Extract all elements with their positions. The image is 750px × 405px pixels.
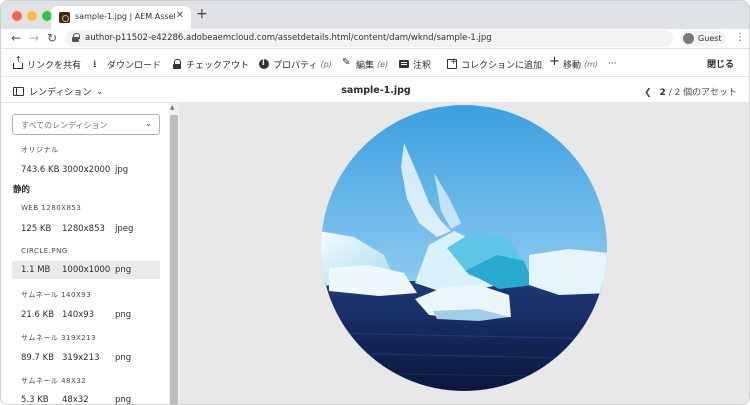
action-bar: リンクを共有 ダウンロード チェックアウト プロパティ (p) 編集 (e) 注… bbox=[1, 49, 749, 77]
comment-icon bbox=[399, 60, 409, 68]
action-shortcut: (p) bbox=[320, 59, 332, 69]
download-icon bbox=[93, 57, 103, 74]
rendition-row[interactable]: 21.6 KB 140x93 png bbox=[12, 306, 160, 324]
rendition-dims: 1280x853 bbox=[62, 224, 105, 234]
rendition-row[interactable]: 89.7 KB 319x213 png bbox=[12, 349, 160, 367]
pager-total: / 2 個のアセット bbox=[668, 88, 737, 98]
url-text: author-p11502-e42286.adobeaemcloud.com/a… bbox=[85, 33, 492, 43]
action-label: チェックアウト bbox=[186, 60, 250, 71]
chevron-down-icon: ⌄ bbox=[145, 119, 152, 128]
close-window-icon[interactable] bbox=[12, 11, 22, 21]
rendition-type: jpeg bbox=[115, 224, 134, 234]
rendition-type: png bbox=[115, 310, 132, 320]
rendition-size: 1.1 MB bbox=[21, 265, 51, 275]
reload-icon[interactable]: ↻ bbox=[47, 31, 57, 45]
share-icon bbox=[13, 55, 23, 69]
lock-icon bbox=[172, 59, 182, 69]
asset-pager: ❮ 2 / 2 個のアセット bbox=[644, 85, 737, 98]
rendition-dims: 1000x1000 bbox=[62, 265, 111, 275]
rendition-label: サムネール 319X213 bbox=[21, 334, 97, 342]
asset-title: sample-1.jpg bbox=[341, 85, 411, 96]
original-label: オリジナル bbox=[21, 146, 59, 154]
action-label: 編集 bbox=[356, 60, 375, 71]
add-to-collection-button[interactable]: コレクションに追加 bbox=[447, 57, 542, 71]
circle-image-preview bbox=[321, 105, 607, 391]
action-label: プロパティ bbox=[273, 60, 318, 71]
kebab-icon[interactable]: ⋮ bbox=[735, 32, 745, 43]
rendition-size: 21.6 KB bbox=[21, 310, 55, 320]
rendition-type: png bbox=[115, 265, 132, 275]
action-label: リンクを共有 bbox=[27, 60, 82, 71]
rendition-label: CIRCLE.PNG bbox=[21, 247, 68, 255]
new-tab-button[interactable]: + bbox=[196, 6, 208, 22]
profile-button[interactable]: Guest bbox=[680, 31, 726, 46]
rendition-dims: 319x213 bbox=[62, 353, 100, 363]
action-label: コレクションに追加 bbox=[461, 60, 543, 71]
rendition-size: 5.3 KB bbox=[21, 395, 49, 405]
close-button[interactable]: 閉じる bbox=[707, 57, 734, 70]
rendition-label: WEB 1280X853 bbox=[21, 204, 82, 212]
static-heading: 静的 bbox=[13, 185, 31, 195]
rendition-row[interactable]: 5.3 KB 48x32 png bbox=[12, 391, 160, 405]
renditions-panel: すべてのレンディション ⌄ オリジナル 743.6 KB 3000x2000 j… bbox=[1, 103, 169, 405]
scroll-thumb[interactable] bbox=[170, 115, 178, 404]
scroll-up-icon[interactable]: ▲ bbox=[170, 104, 175, 111]
profile-label: Guest bbox=[698, 34, 722, 43]
pencil-icon bbox=[342, 57, 352, 69]
rendition-dims: 3000x2000 bbox=[62, 165, 111, 175]
share-link-button[interactable]: リンクを共有 bbox=[13, 55, 82, 71]
checkout-button[interactable]: チェックアウト bbox=[172, 57, 249, 71]
rendition-type: png bbox=[115, 353, 132, 363]
chevron-left-icon[interactable]: ❮ bbox=[644, 88, 652, 98]
tab-strip: sample-1.jpg | AEM Assets | AE ✕ + bbox=[1, 1, 749, 29]
rendition-type: jpg bbox=[115, 165, 129, 175]
browser-window: sample-1.jpg | AEM Assets | AE ✕ + ← → ↻… bbox=[0, 0, 750, 405]
rendition-label: サムネール 140X93 bbox=[21, 291, 92, 299]
select-value: すべてのレンディション bbox=[21, 121, 108, 130]
back-icon[interactable]: ← bbox=[11, 31, 21, 45]
more-actions-button[interactable]: ··· bbox=[608, 57, 617, 71]
rendition-row[interactable]: 125 KB 1280x853 jpeg bbox=[12, 220, 160, 238]
rendition-size: 743.6 KB bbox=[21, 165, 60, 175]
rendition-dims: 48x32 bbox=[62, 395, 89, 405]
viewer-header: レンディション ⌄ sample-1.jpg ❮ 2 / 2 個のアセット bbox=[1, 78, 749, 103]
edit-button[interactable]: 編集 (e) bbox=[342, 57, 388, 71]
action-label: 注釈 bbox=[413, 60, 432, 71]
forward-icon[interactable]: → bbox=[29, 31, 39, 45]
action-shortcut: (e) bbox=[377, 59, 389, 69]
move-button[interactable]: 移動 (m) bbox=[549, 54, 599, 71]
move-icon bbox=[549, 54, 560, 69]
action-shortcut: (m) bbox=[584, 59, 599, 69]
collection-add-icon bbox=[447, 57, 458, 69]
annotate-button[interactable]: 注釈 bbox=[399, 57, 431, 71]
url-field[interactable]: author-p11502-e42286.adobeaemcloud.com/a… bbox=[65, 30, 673, 47]
address-bar: ← → ↻ author-p11502-e42286.adobeaemcloud… bbox=[1, 29, 749, 49]
download-button[interactable]: ダウンロード bbox=[93, 57, 162, 74]
info-icon bbox=[259, 58, 269, 69]
rendition-row-selected[interactable]: 1.1 MB 1000x1000 png bbox=[12, 261, 160, 279]
properties-button[interactable]: プロパティ (p) bbox=[259, 57, 332, 71]
rendition-label: サムネール 48X32 bbox=[21, 377, 87, 385]
pager-current: 2 bbox=[659, 88, 666, 98]
rendition-row[interactable]: 743.6 KB 3000x2000 jpg bbox=[12, 161, 160, 179]
action-label: 移動 bbox=[563, 60, 582, 71]
action-label: ダウンロード bbox=[107, 60, 162, 71]
tab-close-icon[interactable]: ✕ bbox=[176, 10, 184, 21]
aem-favicon-icon bbox=[59, 12, 70, 23]
rendition-size: 125 KB bbox=[21, 224, 52, 234]
rendition-type: png bbox=[115, 395, 132, 405]
profile-icon bbox=[683, 33, 694, 44]
tab-title: sample-1.jpg | AEM Assets | AE bbox=[75, 12, 175, 21]
asset-preview bbox=[179, 103, 749, 404]
lock-icon[interactable] bbox=[72, 33, 80, 42]
sidebar-scrollbar[interactable]: ▲ bbox=[169, 103, 179, 404]
browser-tab[interactable]: sample-1.jpg | AEM Assets | AE ✕ bbox=[51, 6, 191, 29]
rendition-size: 89.7 KB bbox=[21, 353, 55, 363]
minimize-window-icon[interactable] bbox=[27, 11, 37, 21]
rendition-dims: 140x93 bbox=[62, 310, 95, 320]
renditions-filter-select[interactable]: すべてのレンディション ⌄ bbox=[12, 114, 160, 135]
